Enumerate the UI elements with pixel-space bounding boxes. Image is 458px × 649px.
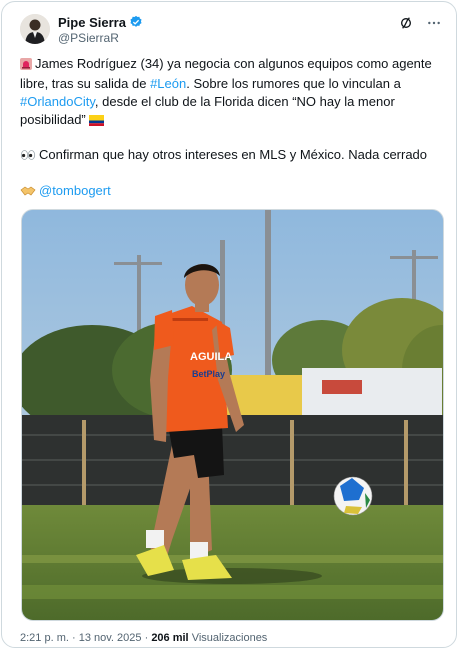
header-actions bbox=[398, 14, 442, 32]
flag-colombia-icon bbox=[89, 113, 105, 131]
tweet-photo[interactable]: AGUILA BetPlay bbox=[21, 209, 444, 621]
tweet-header: Pipe Sierra @PSierraR bbox=[20, 14, 442, 48]
tweet-text-b: . Sobre los rumores que lo vinculan a bbox=[186, 76, 401, 91]
footer-separator-2: · bbox=[144, 632, 149, 644]
tweet-card: Pipe Sierra @PSierraR James Rodríguez (3… bbox=[1, 1, 457, 648]
hashtag-orlandocity[interactable]: #OrlandoCity bbox=[20, 94, 95, 109]
verified-badge-icon bbox=[129, 15, 143, 29]
tweet-footer: 2:21 p. m. · 13 nov. 2025 · 206 mil Visu… bbox=[20, 632, 267, 644]
hashtag-leon[interactable]: #León bbox=[150, 76, 186, 91]
siren-icon bbox=[20, 57, 32, 75]
author-name[interactable]: Pipe Sierra bbox=[58, 15, 126, 30]
handshake-icon bbox=[20, 184, 36, 202]
avatar[interactable] bbox=[20, 14, 50, 44]
jersey-sponsor: AGUILA bbox=[190, 351, 232, 363]
tweet-paragraph-3: @tombogert bbox=[20, 182, 436, 202]
views-count: 206 mil bbox=[151, 632, 189, 644]
jersey-sponsor-2: BetPlay bbox=[192, 369, 225, 379]
tweet-paragraph-2: Confirman que hay otros intereses en MLS… bbox=[20, 146, 436, 166]
author-name-line: Pipe Sierra bbox=[58, 14, 143, 30]
more-icon[interactable] bbox=[426, 15, 442, 31]
author-handle[interactable]: @PSierraR bbox=[58, 31, 119, 45]
tweet-paragraph-1: James Rodríguez (34) ya negocia con algu… bbox=[20, 55, 436, 131]
tweet-time[interactable]: 2:21 p. m. bbox=[20, 632, 69, 644]
tweet-text-para2: Confirman que hay otros intereses en MLS… bbox=[39, 147, 428, 162]
eyes-icon bbox=[20, 148, 36, 166]
views-label: Visualizaciones bbox=[191, 632, 268, 644]
mention-tombogert[interactable]: @tombogert bbox=[39, 183, 111, 198]
footer-separator: · bbox=[71, 632, 76, 644]
grok-icon[interactable] bbox=[398, 15, 414, 31]
tweet-date[interactable]: 13 nov. 2025 bbox=[79, 632, 142, 644]
soccer-ball-icon bbox=[333, 476, 373, 516]
